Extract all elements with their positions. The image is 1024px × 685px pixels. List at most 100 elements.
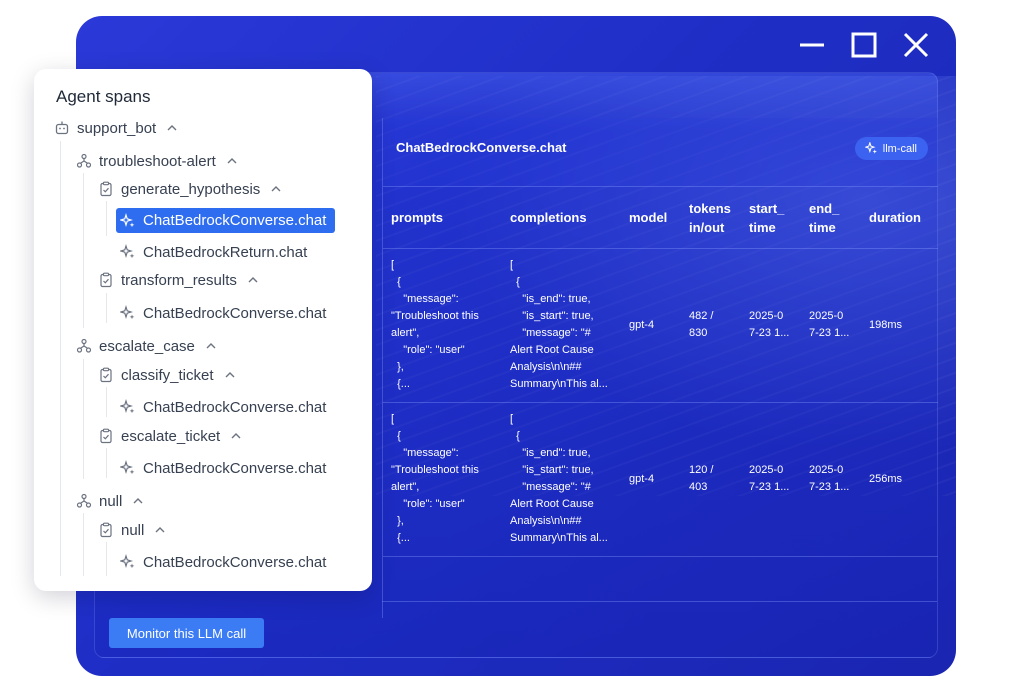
monitor-llm-call-button[interactable]: Monitor this LLM call [109,618,264,648]
task-icon [98,428,114,444]
tree-node-chatbedrockconverse[interactable]: ChatBedrockConverse.chat [120,301,326,325]
tree-node-label: classify_ticket [121,366,214,384]
column-header-model: model [621,188,681,249]
table-row[interactable]: [ { "message": "Troubleshoot this alert"… [383,402,938,557]
sparkle-icon [120,460,136,476]
tree-node-escalate-case[interactable]: escalate_case [76,334,217,358]
tree-node-label: ChatBedrockConverse.chat [143,553,327,571]
table-header-row: prompts completions model tokens in/out … [383,188,938,249]
sparkle-icon [120,212,136,229]
tree-node-label: ChatBedrockConverse.chat [143,304,327,322]
chevron-up-icon [226,155,238,167]
start-time-cell: 2025-0 7-23 1... [741,402,801,557]
prompts-cell: [ { "message": "Troubleshoot this alert"… [383,402,502,557]
tree-guide [83,173,84,328]
end-time-cell: 2025-0 7-23 1... [801,248,861,403]
tree-guide [106,542,107,576]
task-icon [98,181,114,197]
duration-cell: 198ms [861,248,938,403]
detail-divider [382,601,937,602]
close-icon [903,32,929,58]
tree-guide [106,293,107,323]
sparkle-icon [120,554,136,570]
minimize-button[interactable] [794,30,830,60]
tree-guide [106,448,107,478]
chevron-up-icon [224,369,236,381]
column-header-end-time: end_ time [801,188,861,249]
duration-cell: 256ms [861,402,938,557]
tree-node-label: escalate_ticket [121,427,221,445]
tree-guide [83,513,84,576]
task-icon [98,367,114,383]
tree-node-chatbedrockconverse[interactable]: ChatBedrockConverse.chat [120,395,326,419]
tree-node-label: ChatBedrockConverse.chat [143,398,327,416]
tree-node-escalate-ticket[interactable]: escalate_ticket [98,424,242,448]
tree-node-label: support_bot [77,119,157,137]
column-header-duration: duration [861,188,938,249]
chevron-up-icon [166,122,178,134]
column-header-tokens: tokens in/out [681,188,741,249]
tree-node-label: escalate_case [99,337,195,355]
tree-guide [106,387,107,417]
tree-node-chatbedrockconverse-selected[interactable]: ChatBedrockConverse.chat [116,208,336,233]
close-button[interactable] [898,30,934,60]
tree-node-label: null [99,492,123,510]
model-cell: gpt-4 [621,248,681,403]
tree-node-classify-ticket[interactable]: classify_ticket [98,363,236,387]
tree-node-chatbedrockreturn[interactable]: ChatBedrockReturn.chat [120,240,307,264]
model-cell: gpt-4 [621,402,681,557]
window-controls [794,30,934,60]
tree-node-generate-hypothesis[interactable]: generate_hypothesis [98,177,282,201]
tokens-cell: 482 / 830 [681,248,741,403]
span-detail: ChatBedrockConverse.chat llm-call prompt… [382,118,938,618]
sparkle-icon [120,305,136,321]
llm-call-label: llm-call [882,142,917,155]
tokens-cell: 120 / 403 [681,402,741,557]
chevron-up-icon [270,183,282,195]
workflow-icon [76,338,92,354]
chevron-up-icon [230,430,242,442]
maximize-icon [851,32,877,58]
tree-node-label: null [121,521,145,539]
tree-node-label: ChatBedrockReturn.chat [143,243,308,261]
chevron-up-icon [205,340,217,352]
start-time-cell: 2025-0 7-23 1... [741,248,801,403]
tree-node-chatbedrockconverse[interactable]: ChatBedrockConverse.chat [120,456,326,480]
sparkle-icon [120,244,136,260]
end-time-cell: 2025-0 7-23 1... [801,402,861,557]
tree-node-chatbedrockconverse[interactable]: ChatBedrockConverse.chat [120,550,326,574]
maximize-button[interactable] [846,30,882,60]
detail-title: ChatBedrockConverse.chat [396,140,567,155]
table-row[interactable]: [ { "message": "Troubleshoot this alert"… [383,248,938,403]
tree-node-label: ChatBedrockConverse.chat [143,459,327,477]
tree-node-label: generate_hypothesis [121,180,261,198]
llm-call-badge: llm-call [854,137,928,160]
chevron-up-icon [247,274,259,286]
workflow-icon [76,153,92,169]
task-icon [98,522,114,538]
completions-cell: [ { "is_end": true, "is_start": true, "m… [502,402,621,557]
chevron-up-icon [154,524,166,536]
task-icon [98,272,114,288]
column-header-start-time: start_ time [741,188,801,249]
tree-node-label: troubleshoot-alert [99,152,216,170]
chevron-up-icon [132,495,144,507]
tree-node-null-workflow[interactable]: null [76,489,144,513]
sparkle-icon [864,142,877,154]
detail-header: ChatBedrockConverse.chat llm-call [383,118,938,187]
tree-guide [83,359,84,479]
sparkle-icon [120,399,136,415]
tree-node-transform-results[interactable]: transform_results [98,268,259,292]
tree-node-label: transform_results [121,271,237,289]
tree-node-label: ChatBedrockConverse.chat [143,212,327,229]
column-header-prompts: prompts [383,188,502,249]
column-header-completions: completions [502,188,621,249]
agent-spans-panel: Agent spans support_bot troubleshoot-ale… [34,69,372,591]
prompts-cell: [ { "message": "Troubleshoot this alert"… [383,248,502,403]
tree-node-support-bot[interactable]: support_bot [54,116,178,140]
completions-cell: [ { "is_end": true, "is_start": true, "m… [502,248,621,403]
minimize-icon [800,43,824,47]
tree-node-null-task[interactable]: null [98,518,166,542]
tree-node-troubleshoot-alert[interactable]: troubleshoot-alert [76,149,238,173]
bot-icon [54,120,70,136]
